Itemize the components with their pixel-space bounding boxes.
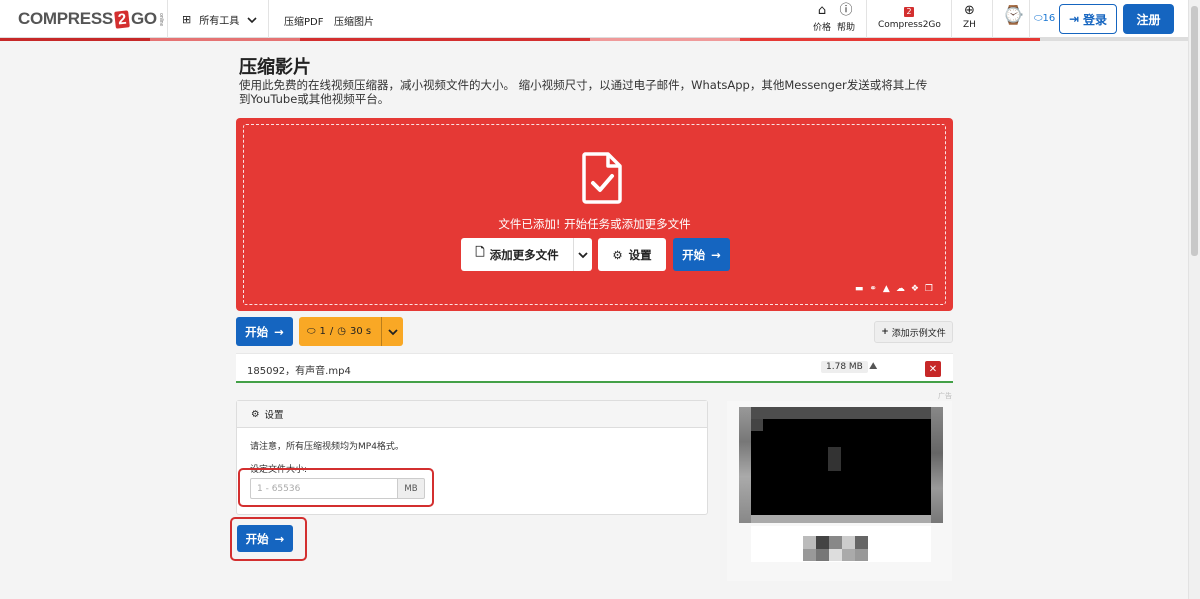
settings-button[interactable]: ⚙ 设置: [598, 238, 666, 271]
page-description: 使用此免费的在线视频压缩器，减小视频文件的大小。 缩小视频尺寸，以通过电子邮件，…: [239, 78, 928, 106]
chevron-down-icon: [387, 328, 398, 335]
highlight-box: [230, 517, 307, 561]
file-dropzone[interactable]: 文件已添加! 开始任务或添加更多文件 🗋 添加更多文件 ⚙ 设置 开始 → ▬ …: [236, 118, 953, 311]
gears-icon: ⚙: [612, 247, 623, 262]
file-plus-icon: 🗋: [475, 245, 485, 259]
onedrive-icon[interactable]: ☁: [896, 284, 905, 294]
nav-compress-pdf[interactable]: 压缩PDF: [284, 13, 323, 28]
conversion-counter[interactable]: ⬭16: [1034, 13, 1055, 24]
top-nav-bar: COMPRESS 2 GO online ⊞ 所有工具 压缩PDF 压缩图片 ⌂ 价格…: [0, 0, 1188, 38]
pricing-link[interactable]: ⌂ 价格: [813, 3, 831, 34]
link-icon[interactable]: ⚭: [869, 284, 877, 294]
ad-label: 广告: [938, 392, 952, 400]
coin-icon: ⬭: [1034, 13, 1043, 24]
brand-icon: 2: [904, 7, 914, 17]
login-button[interactable]: ⇥ 登录: [1059, 4, 1117, 34]
highlight-box: [238, 468, 434, 507]
gears-icon: ⚙: [251, 408, 260, 420]
arrow-right-icon: →: [274, 324, 284, 339]
start-button[interactable]: 开始 →: [236, 317, 293, 346]
all-tools-dropdown[interactable]: ⊞ 所有工具: [182, 12, 257, 27]
header-divider: [1029, 0, 1030, 38]
add-more-files-button[interactable]: 🗋 添加更多文件: [461, 238, 573, 271]
header-divider: [268, 0, 269, 38]
header-divider: [167, 0, 168, 38]
remove-file-button[interactable]: ✕: [925, 361, 941, 377]
sign-in-icon: ⇥: [1068, 12, 1080, 26]
dropzone-border: 文件已添加! 开始任务或添加更多文件 🗋 添加更多文件 ⚙ 设置 开始 → ▬ …: [243, 124, 946, 305]
clipboard-clock-icon: ⌚: [1002, 5, 1025, 26]
compress2go-logo[interactable]: COMPRESS 2 GO online: [18, 9, 164, 29]
header-divider: [951, 0, 952, 38]
arrow-right-icon: →: [711, 247, 721, 262]
folder-icon[interactable]: ▬: [855, 284, 864, 294]
header-divider: [866, 0, 867, 38]
tag-icon: ⌂: [817, 3, 827, 18]
history-button[interactable]: ⌚: [1002, 5, 1025, 29]
cloud-upload-icon[interactable]: ⛰: [869, 361, 877, 372]
header-divider: [992, 0, 993, 38]
advertisement[interactable]: [727, 401, 952, 581]
file-size-badge: 1.78 MB: [821, 361, 868, 373]
add-source-dropdown[interactable]: [573, 238, 592, 271]
upload-source-icons: ▬ ⚭ ▲ ☁ ❖ ❐: [855, 284, 933, 294]
help-circle-icon: ⓘ: [839, 3, 853, 18]
clock-icon: ◷: [337, 326, 347, 337]
file-list-item: 185092，有声音.mp4 1.78 MB ⛰ ✕: [236, 353, 953, 383]
nav-compress-image[interactable]: 压缩图片: [334, 13, 374, 28]
language-selector[interactable]: ⊕ ZH: [963, 3, 976, 31]
page-scrollbar[interactable]: [1188, 0, 1200, 599]
dropbox-icon[interactable]: ❖: [911, 284, 919, 294]
dropzone-status-text: 文件已添加! 开始任务或添加更多文件: [498, 217, 691, 231]
file-check-icon: [582, 152, 622, 204]
add-sample-file-button[interactable]: + 添加示例文件: [874, 321, 953, 343]
grid-icon: ⊞: [182, 13, 192, 26]
file-name: 185092，有声音.mp4: [247, 366, 351, 377]
limits-badge[interactable]: ⬭ 1 / ◷ 30 s: [299, 317, 403, 346]
chevron-down-icon: [578, 251, 588, 258]
ad-image: [751, 419, 931, 515]
help-link[interactable]: ⓘ 帮助: [837, 3, 855, 34]
start-button-dropzone[interactable]: 开始 →: [673, 238, 730, 271]
google-drive-icon[interactable]: ▲: [883, 284, 890, 294]
limits-dropdown[interactable]: [381, 317, 403, 346]
coin-icon: ⬭: [307, 326, 316, 337]
scrollbar-thumb[interactable]: [1191, 6, 1198, 256]
chevron-down-icon: [247, 16, 257, 23]
clipboard-icon[interactable]: ❐: [925, 284, 933, 294]
globe-icon: ⊕: [964, 3, 975, 18]
all-tools-label: 所有工具: [199, 16, 240, 27]
format-note: 请注意，所有压缩视频均为MP4格式。: [250, 442, 404, 452]
header-accent-line: [0, 38, 1188, 41]
brand-menu[interactable]: 2 Compress2Go: [878, 4, 941, 30]
register-button[interactable]: 注册: [1123, 4, 1174, 34]
settings-panel-header: ⚙ 设置: [237, 401, 707, 428]
plus-icon: +: [881, 327, 889, 337]
page-title: 压缩影片: [239, 57, 311, 78]
